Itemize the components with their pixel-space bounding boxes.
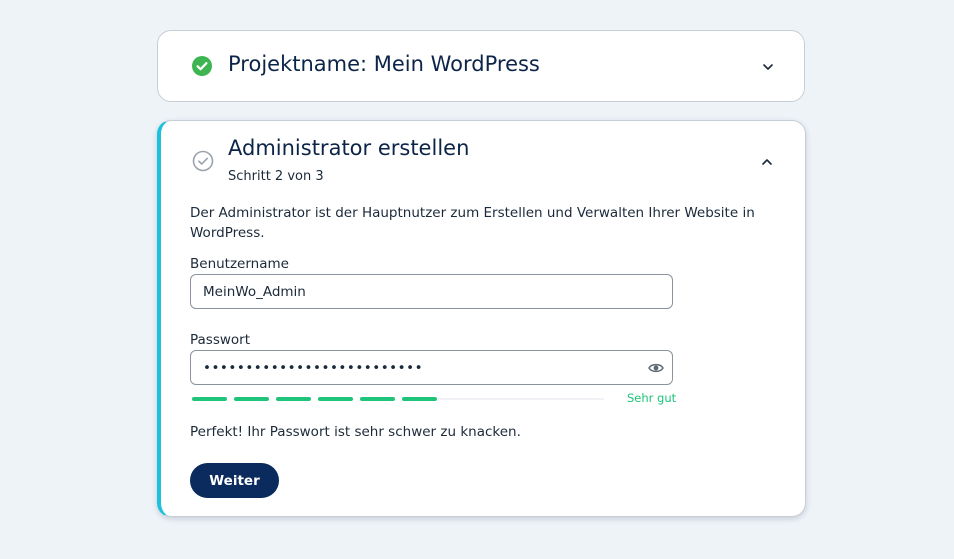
step-title: Projektname: Mein WordPress bbox=[228, 52, 540, 76]
password-feedback: Perfekt! Ihr Passwort ist sehr schwer zu… bbox=[190, 424, 521, 440]
password-label: Passwort bbox=[190, 332, 251, 348]
strength-track bbox=[438, 398, 604, 400]
eye-icon[interactable] bbox=[648, 361, 664, 375]
check-circle-filled-icon bbox=[192, 56, 212, 76]
strength-segment bbox=[360, 397, 395, 401]
step-title: Administrator erstellen bbox=[228, 136, 470, 160]
step-card-admin: Administrator erstellen Schritt 2 von 3 … bbox=[157, 120, 806, 517]
password-strength-label: Sehr gut bbox=[627, 391, 677, 405]
check-circle-outline-icon bbox=[192, 150, 214, 172]
chevron-up-icon[interactable] bbox=[760, 155, 774, 169]
strength-segment bbox=[402, 397, 437, 401]
strength-segment bbox=[192, 397, 227, 401]
step-card-project-name[interactable]: Projektname: Mein WordPress bbox=[157, 30, 805, 102]
username-label: Benutzername bbox=[190, 256, 289, 272]
password-strength-meter bbox=[192, 397, 604, 401]
strength-segment bbox=[234, 397, 269, 401]
continue-button[interactable]: Weiter bbox=[190, 463, 279, 498]
step-progress-label: Schritt 2 von 3 bbox=[228, 169, 324, 184]
username-input[interactable] bbox=[190, 274, 673, 309]
chevron-down-icon[interactable] bbox=[761, 60, 775, 74]
strength-segment bbox=[318, 397, 353, 401]
password-input[interactable] bbox=[190, 350, 673, 385]
strength-segment bbox=[276, 397, 311, 401]
step-description: Der Administrator ist der Hauptnutzer zu… bbox=[190, 205, 755, 241]
